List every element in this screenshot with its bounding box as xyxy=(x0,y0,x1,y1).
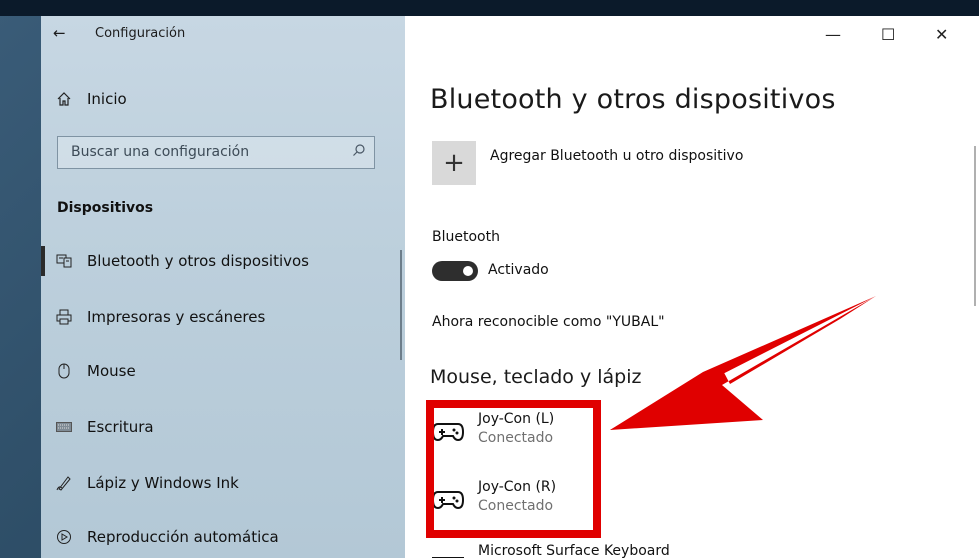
red-arrow-annotation xyxy=(610,296,876,430)
